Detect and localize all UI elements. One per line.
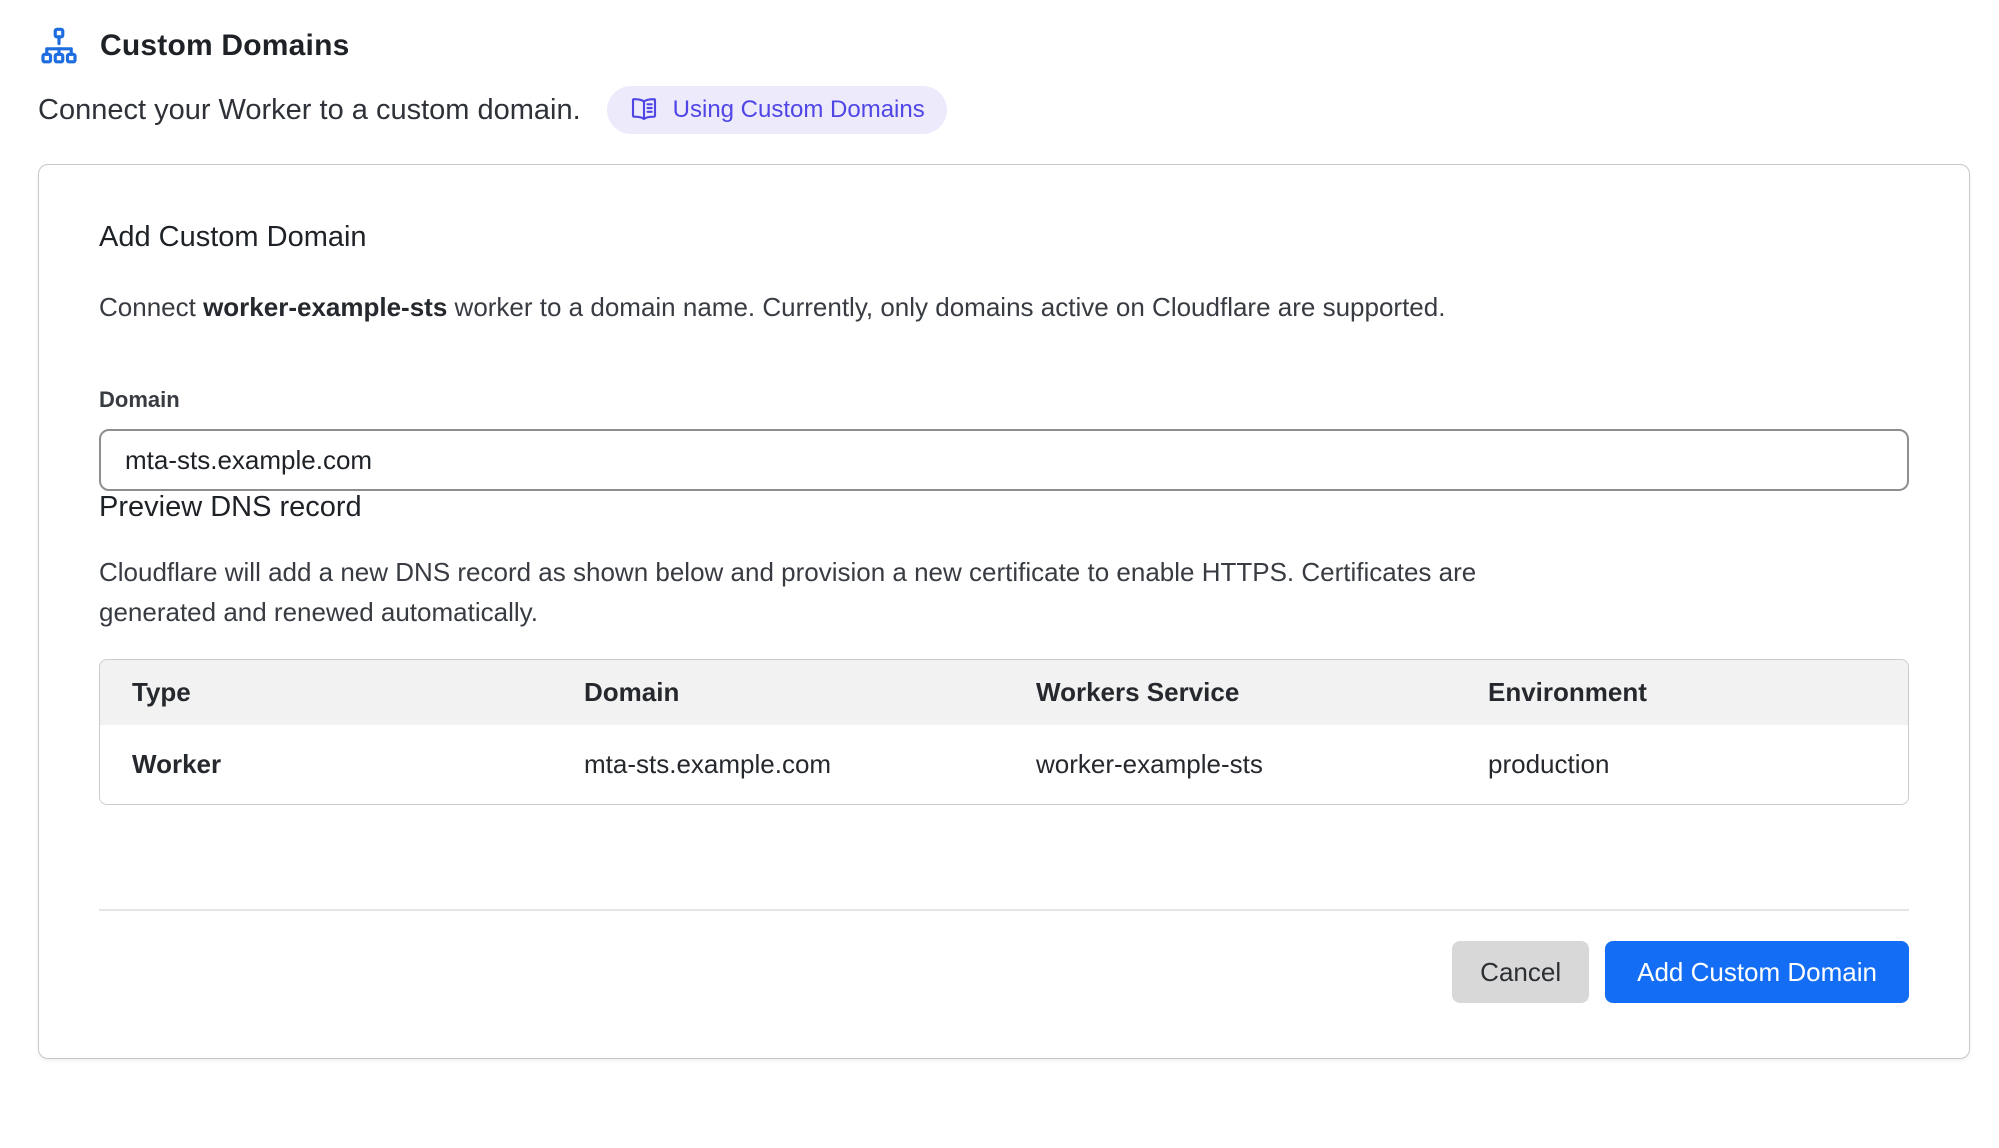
add-custom-domain-card: Add Custom Domain Connect worker-example…: [38, 164, 1970, 1059]
page-subtitle-row: Connect your Worker to a custom domain. …: [38, 86, 1970, 134]
custom-domains-page: Custom Domains Connect your Worker to a …: [0, 0, 1999, 1059]
col-header-type: Type: [100, 660, 552, 725]
domain-field-group: Domain: [99, 387, 1909, 491]
card-title: Add Custom Domain: [99, 221, 1909, 254]
using-custom-domains-link[interactable]: Using Custom Domains: [607, 86, 947, 134]
domain-label: Domain: [99, 387, 1909, 413]
dns-preview-table: Type Domain Workers Service Environment …: [99, 659, 1909, 805]
using-custom-domains-label: Using Custom Domains: [673, 96, 925, 125]
worker-name: worker-example-sts: [203, 292, 447, 322]
open-book-icon: [629, 95, 659, 125]
footer-divider: [99, 909, 1909, 911]
col-header-domain: Domain: [552, 660, 1004, 725]
page-title-row: Custom Domains: [38, 26, 1970, 66]
dialog-footer: Cancel Add Custom Domain: [99, 941, 1909, 1003]
preview-dns-title: Preview DNS record: [99, 491, 1909, 524]
table-row: Worker mta-sts.example.com worker-exampl…: [100, 725, 1908, 804]
table-header-row: Type Domain Workers Service Environment: [100, 660, 1908, 725]
cell-type: Worker: [100, 725, 552, 804]
col-header-workers-service: Workers Service: [1004, 660, 1456, 725]
sitemap-icon: [38, 26, 80, 66]
intro-prefix: Connect: [99, 292, 203, 322]
intro-suffix: worker to a domain name. Currently, only…: [447, 292, 1445, 322]
page-subtitle: Connect your Worker to a custom domain.: [38, 94, 581, 127]
card-intro-text: Connect worker-example-sts worker to a d…: [99, 292, 1909, 323]
preview-dns-description: Cloudflare will add a new DNS record as …: [99, 552, 1579, 633]
col-header-environment: Environment: [1456, 660, 1908, 725]
cancel-button[interactable]: Cancel: [1452, 941, 1589, 1003]
domain-input[interactable]: [99, 429, 1909, 491]
cell-domain: mta-sts.example.com: [552, 725, 1004, 804]
cell-workers-service: worker-example-sts: [1004, 725, 1456, 804]
cell-environment: production: [1456, 725, 1908, 804]
add-custom-domain-button[interactable]: Add Custom Domain: [1605, 941, 1909, 1003]
page-header: Custom Domains Connect your Worker to a …: [38, 26, 1970, 134]
page-title: Custom Domains: [100, 29, 350, 63]
